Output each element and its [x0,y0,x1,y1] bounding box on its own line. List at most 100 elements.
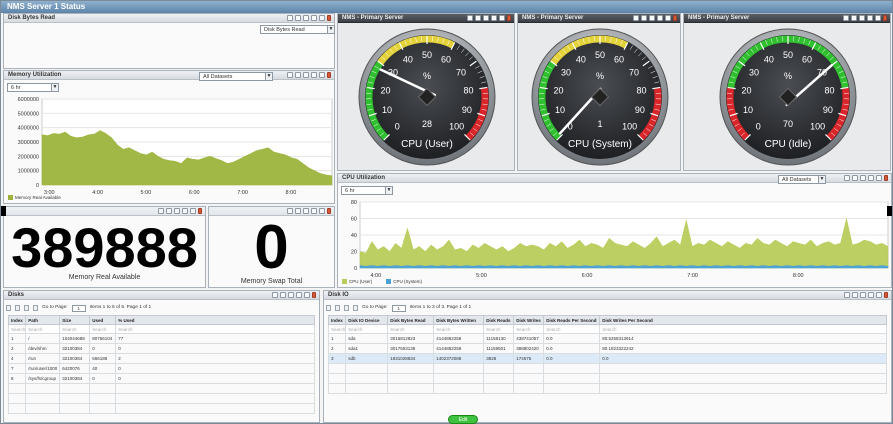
refresh-icon[interactable] [868,292,874,298]
refresh-icon[interactable] [303,72,309,78]
column-header[interactable]: Disk Writes [513,315,545,325]
prev-page-icon[interactable] [15,305,20,311]
maximize-icon[interactable] [491,15,497,21]
export-icon[interactable] [287,72,293,78]
column-header[interactable]: Size [59,315,91,325]
close-icon[interactable] [327,208,331,214]
export-icon[interactable] [844,175,850,181]
table-row[interactable]: 7/run/user/1000 6420076 40 0 [7,363,315,374]
chart-icon[interactable] [641,15,647,21]
close-icon[interactable] [312,292,316,298]
dataset-select[interactable]: All Datasets ▼ [778,175,826,184]
dataset-select[interactable]: All Datasets ▼ [199,72,273,81]
column-filter-input[interactable]: Search [483,324,515,334]
maximize-icon[interactable] [182,208,188,214]
maximize-icon[interactable] [657,15,663,21]
table-row[interactable]: 8/sys/fs/cgroup 32100384 0 0 [7,373,315,384]
export-icon[interactable] [852,292,858,298]
last-page-icon[interactable] [33,305,38,311]
chart-icon[interactable] [288,292,294,298]
refresh-icon[interactable] [649,15,655,21]
close-icon[interactable] [327,15,331,21]
column-header[interactable]: Disk Reads [483,315,515,325]
time-range-select[interactable]: 6 hr ▼ [341,186,393,195]
column-filter-input[interactable]: Search [513,324,545,334]
table-row[interactable]: 3 sdb 1831028834 1402372088 3828 174675 0.0 0.0 [327,353,887,364]
settings-icon[interactable] [319,208,325,214]
column-filter-input[interactable]: Search [25,324,61,334]
refresh-icon[interactable] [296,292,302,298]
column-header[interactable]: Index [327,315,347,325]
next-page-icon[interactable] [24,305,29,311]
column-filter-input[interactable]: Search [543,324,601,334]
page-input[interactable]: 1 [71,304,86,312]
export-icon[interactable] [158,208,164,214]
column-header[interactable]: Disk Bytes Written [433,315,485,325]
column-filter-input[interactable]: Search [327,324,347,334]
maximize-icon[interactable] [876,292,882,298]
export-icon[interactable] [280,292,286,298]
export-icon[interactable] [633,15,639,21]
settings-icon[interactable] [844,292,850,298]
column-filter-input[interactable]: Search [345,324,389,334]
column-filter-input[interactable]: Search [115,324,315,334]
maximize-icon[interactable] [867,15,873,21]
column-filter-input[interactable]: Search [89,324,117,334]
column-header[interactable]: Path [25,315,61,325]
column-header[interactable]: Disk Writes Per Second [599,315,887,325]
close-icon[interactable] [884,292,888,298]
refresh-icon[interactable] [303,208,309,214]
column-filter-input[interactable]: Search [433,324,485,334]
settings-icon[interactable] [190,208,196,214]
settings-icon[interactable] [875,15,881,21]
maximize-icon[interactable] [868,175,874,181]
maximize-icon[interactable] [304,292,310,298]
close-icon[interactable] [883,15,887,21]
first-page-icon[interactable] [6,305,11,311]
refresh-icon[interactable] [859,15,865,21]
column-filter-input[interactable]: Search [599,324,887,334]
export-icon[interactable] [843,15,849,21]
settings-icon[interactable] [665,15,671,21]
close-icon[interactable] [327,72,331,78]
prev-page-icon[interactable] [335,305,340,311]
chart-icon[interactable] [295,72,301,78]
column-header[interactable]: Disk Reads Per Second [543,315,601,325]
next-page-icon[interactable] [344,305,349,311]
chart-icon[interactable] [166,208,172,214]
chart-icon[interactable] [852,175,858,181]
column-filter-input[interactable]: Search [7,324,27,334]
column-header[interactable]: Index [7,315,27,325]
refresh-icon[interactable] [860,175,866,181]
column-filter-input[interactable]: Search [59,324,91,334]
maximize-icon[interactable] [311,15,317,21]
column-header[interactable]: Disk Bytes Read [387,315,435,325]
table-row[interactable]: 2 sda1 3017553138 4144882258 11159501 3888024… [327,343,887,354]
chart-icon[interactable] [295,15,301,21]
chart-icon[interactable] [851,15,857,21]
chart-icon[interactable] [475,15,481,21]
table-row[interactable]: 1 sda 3015812823 4144882258 11158130 43874105… [327,333,887,344]
table-row[interactable]: 2/dev/shm 32100384 0 0 [7,343,315,354]
time-range-select[interactable]: 6 hr ▼ [7,83,59,92]
refresh-icon[interactable] [174,208,180,214]
close-icon[interactable] [507,15,511,21]
edit-badge[interactable]: Edit [448,415,478,424]
close-icon[interactable] [884,175,888,181]
close-icon[interactable] [198,208,202,214]
export-icon[interactable] [287,15,293,21]
chart-icon[interactable] [860,292,866,298]
settings-icon[interactable] [319,72,325,78]
column-header[interactable]: Used [89,315,117,325]
page-input[interactable]: 1 [391,304,406,312]
refresh-icon[interactable] [303,15,309,21]
table-row[interactable]: 4/run 32100384 566188 2 [7,353,315,364]
first-page-icon[interactable] [326,305,331,311]
disk-bytes-read-select[interactable]: Disk Bytes Read ▼ [260,25,335,34]
close-icon[interactable] [673,15,677,21]
column-header[interactable]: Disk IO Device [345,315,389,325]
maximize-icon[interactable] [311,72,317,78]
right-splitter-handle[interactable] [887,206,892,216]
settings-icon[interactable] [876,175,882,181]
column-filter-input[interactable]: Search [387,324,435,334]
